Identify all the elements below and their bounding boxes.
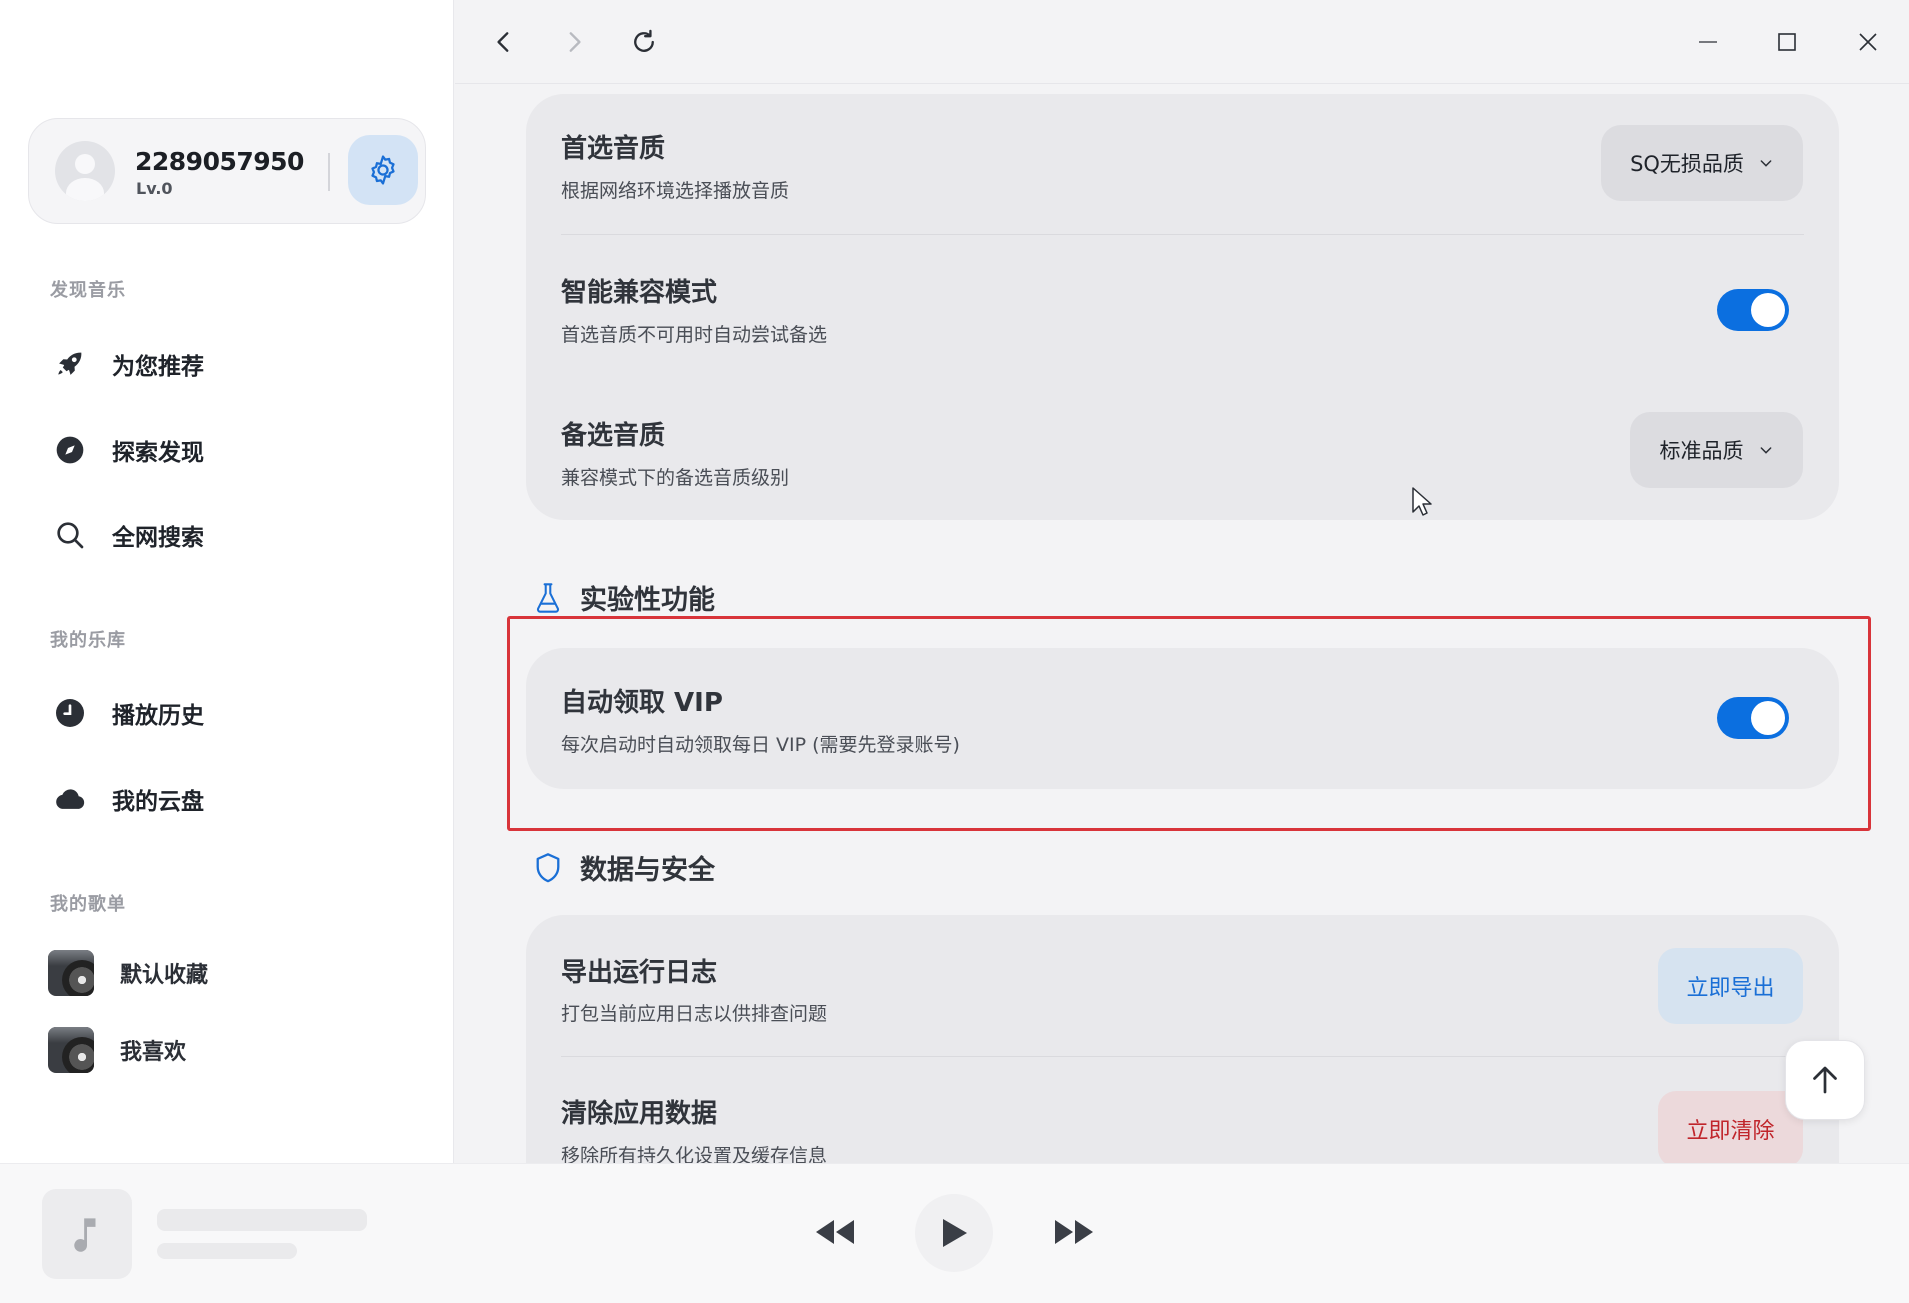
row-divider <box>561 234 1804 235</box>
smart-compat-row: 智能兼容模式 首选音质不可用时自动尝试备选 <box>526 238 1839 382</box>
audio-quality-card: 首选音质 根据网络环境选择播放音质 SQ无损品质 智能兼容模式 首选音质不可用时… <box>526 94 1839 520</box>
chevron-down-icon <box>1760 447 1771 454</box>
row-title: 首选音质 <box>561 134 666 164</box>
nav-item-search[interactable]: 全网搜索 <box>50 510 410 560</box>
scroll-top-button[interactable] <box>1785 1040 1865 1120</box>
playlist-item-default[interactable]: 默认收藏 <box>48 948 408 998</box>
fallback-quality-row: 备选音质 兼容模式下的备选音质级别 标准品质 <box>526 381 1839 525</box>
clear-data-button[interactable]: 立即清除 <box>1658 1091 1803 1167</box>
section-title-playlists: 我的歌单 <box>50 894 126 915</box>
nav-label-history: 播放历史 <box>112 703 204 729</box>
highlight-box <box>507 616 1871 831</box>
section-heading-label: 数据与安全 <box>580 855 715 886</box>
dropdown-value: 标准品质 <box>1659 439 1744 463</box>
gear-icon <box>371 155 395 185</box>
profile-divider <box>328 153 330 191</box>
playlist-item-liked[interactable]: 我喜欢 <box>48 1025 408 1075</box>
close-button[interactable] <box>1846 20 1890 64</box>
row-description: 根据网络环境选择播放音质 <box>561 180 790 202</box>
track-title-placeholder <box>157 1209 367 1231</box>
preferred-quality-dropdown[interactable]: SQ无损品质 <box>1601 125 1803 201</box>
section-heading-data-security: 数据与安全 <box>534 848 715 887</box>
play-button[interactable] <box>915 1194 993 1272</box>
nav-item-explore[interactable]: 探索发现 <box>50 425 410 475</box>
row-description: 首选音质不可用时自动尝试备选 <box>561 324 828 346</box>
rocket-icon <box>50 344 90 384</box>
nav-item-history[interactable]: 播放历史 <box>50 688 410 738</box>
music-note-icon <box>74 1218 96 1252</box>
maximize-icon <box>1778 33 1796 51</box>
export-logs-button[interactable]: 立即导出 <box>1658 948 1803 1024</box>
chevron-left-icon <box>497 32 509 52</box>
nav-item-recommend[interactable]: 为您推荐 <box>50 339 410 389</box>
nav-label-explore: 探索发现 <box>112 440 204 466</box>
nav-label-cloud: 我的云盘 <box>112 789 204 815</box>
nav-label-search: 全网搜索 <box>112 525 204 551</box>
row-title: 导出运行日志 <box>561 958 718 988</box>
fallback-quality-dropdown[interactable]: 标准品质 <box>1630 412 1803 488</box>
player-bar <box>0 1163 1909 1303</box>
section-heading-label: 实验性功能 <box>580 585 715 616</box>
nav-item-cloud[interactable]: 我的云盘 <box>50 774 410 824</box>
rewind-icon <box>816 1220 854 1244</box>
top-bar <box>455 0 1909 84</box>
refresh-button[interactable] <box>622 20 666 64</box>
smart-compat-toggle[interactable] <box>1717 289 1789 331</box>
user-id: 2289057950 <box>135 147 304 176</box>
close-icon <box>1859 33 1877 51</box>
export-logs-row: 导出运行日志 打包当前应用日志以供排查问题 立即导出 <box>526 915 1839 1059</box>
row-title: 清除应用数据 <box>561 1099 718 1129</box>
previous-button[interactable] <box>806 1204 862 1260</box>
next-button[interactable] <box>1047 1204 1103 1260</box>
clock-icon <box>50 693 90 733</box>
play-icon <box>943 1219 967 1247</box>
avatar[interactable] <box>55 141 115 201</box>
chevron-down-icon <box>1760 160 1772 167</box>
section-title-discover: 发现音乐 <box>50 280 126 301</box>
settings-button[interactable] <box>348 135 418 205</box>
flask-icon <box>536 582 560 613</box>
user-level: Lv.0 <box>136 179 173 198</box>
row-title: 智能兼容模式 <box>561 278 718 308</box>
row-description: 打包当前应用日志以供排查问题 <box>561 1003 828 1025</box>
maximize-button[interactable] <box>1765 20 1809 64</box>
forward-button[interactable] <box>552 20 596 64</box>
chevron-right-icon <box>569 32 581 52</box>
track-artist-placeholder <box>157 1243 297 1259</box>
search-icon <box>50 515 90 555</box>
row-title: 备选音质 <box>561 421 666 451</box>
mouse-cursor-icon <box>1412 487 1432 516</box>
fast-forward-icon <box>1055 1220 1093 1244</box>
playlist-cover <box>48 1027 94 1073</box>
back-button[interactable] <box>482 20 526 64</box>
playlist-label: 默认收藏 <box>120 963 209 988</box>
preferred-quality-row: 首选音质 根据网络环境选择播放音质 SQ无损品质 <box>526 94 1839 238</box>
row-divider <box>561 1056 1804 1057</box>
section-title-library: 我的乐库 <box>50 630 126 651</box>
refresh-icon <box>634 29 654 52</box>
cloud-icon <box>50 779 90 819</box>
row-description: 兼容模式下的备选音质级别 <box>561 467 790 489</box>
profile-card: 2289057950 Lv.0 <box>28 118 426 224</box>
compass-icon <box>50 430 90 470</box>
sidebar: 2289057950 Lv.0 发现音乐 为您推荐 探索发现 全网搜索 我的乐库 <box>0 0 454 1163</box>
arrow-up-icon <box>1813 1066 1837 1094</box>
section-heading-experimental: 实验性功能 <box>534 578 715 617</box>
dropdown-value: SQ无损品质 <box>1630 152 1744 176</box>
now-playing-cover[interactable] <box>42 1189 132 1279</box>
shield-icon <box>536 852 560 882</box>
playlist-cover <box>48 950 94 996</box>
playlist-label: 我喜欢 <box>120 1040 187 1065</box>
nav-label-recommend: 为您推荐 <box>112 354 204 380</box>
minimize-icon <box>1699 41 1717 43</box>
minimize-button[interactable] <box>1686 20 1730 64</box>
